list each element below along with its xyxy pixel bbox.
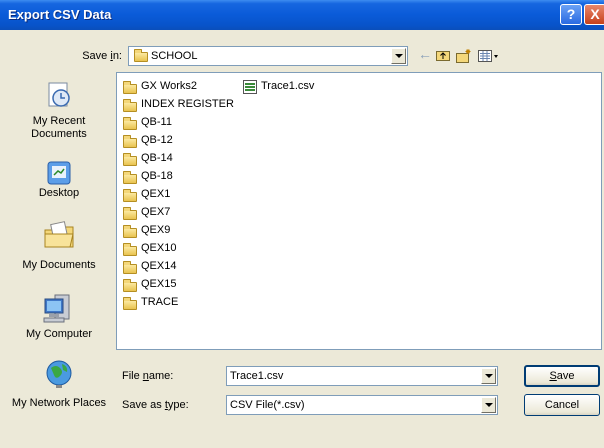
save-in-value: SCHOOL bbox=[151, 50, 198, 62]
chevron-down-icon[interactable] bbox=[391, 48, 406, 64]
place-label: Desktop bbox=[38, 187, 80, 199]
back-arrow-icon[interactable]: ← bbox=[418, 46, 432, 62]
folder-icon bbox=[123, 81, 137, 94]
place-my-computer[interactable] bbox=[6, 293, 112, 327]
file-name-input[interactable]: Trace1.csv bbox=[230, 370, 283, 382]
new-folder-icon[interactable] bbox=[456, 48, 472, 64]
folder-icon bbox=[123, 297, 137, 310]
network-places-icon bbox=[46, 360, 72, 388]
folder-icon bbox=[123, 243, 137, 256]
my-documents-icon bbox=[44, 221, 74, 248]
folder-icon bbox=[123, 153, 137, 166]
save-in-dropdown[interactable]: SCHOOL bbox=[128, 46, 408, 66]
recent-documents-icon bbox=[48, 82, 70, 107]
view-menu-icon[interactable] bbox=[478, 48, 502, 64]
place-network-places[interactable] bbox=[6, 358, 112, 392]
place-desktop[interactable] bbox=[6, 160, 112, 190]
save-as-type-dropdown[interactable]: CSV File(*.csv) bbox=[226, 395, 498, 415]
close-icon: X bbox=[590, 6, 600, 22]
folder-icon bbox=[123, 225, 137, 238]
chevron-down-icon[interactable] bbox=[481, 368, 496, 384]
place-my-documents[interactable] bbox=[6, 220, 112, 252]
place-label: My Network Places bbox=[11, 397, 107, 409]
file-list[interactable]: GX Works2 INDEX REGISTER QB-11 QB-12 QB-… bbox=[116, 72, 602, 350]
place-label: My Computer bbox=[25, 328, 93, 340]
folder-icon bbox=[123, 171, 137, 184]
place-label: My Recent Documents bbox=[31, 115, 87, 140]
cancel-button[interactable]: Cancel bbox=[524, 394, 600, 416]
save-as-type-label: Save as type: bbox=[122, 399, 189, 411]
folder-icon bbox=[123, 207, 137, 220]
file-name-combobox[interactable]: Trace1.csv bbox=[226, 366, 498, 386]
save-button[interactable]: Save bbox=[524, 365, 600, 387]
save-in-label: Save in: bbox=[82, 50, 122, 62]
my-computer-icon bbox=[43, 294, 70, 323]
desktop-icon bbox=[47, 161, 71, 185]
csv-file-icon bbox=[243, 80, 257, 94]
chevron-down-icon[interactable] bbox=[481, 397, 496, 413]
title-bar[interactable]: Export CSV Data ? X bbox=[0, 0, 604, 30]
folder-icon bbox=[123, 117, 137, 130]
folder-icon bbox=[123, 279, 137, 292]
place-recent-documents[interactable] bbox=[6, 80, 112, 116]
folder-icon bbox=[134, 49, 148, 62]
file-name-label: File name: bbox=[122, 370, 174, 382]
help-button[interactable]: ? bbox=[560, 4, 582, 25]
folder-icon bbox=[123, 261, 137, 274]
save-as-type-value: CSV File(*.csv) bbox=[230, 399, 305, 411]
help-icon: ? bbox=[566, 6, 576, 22]
folder-icon bbox=[123, 189, 137, 202]
folder-icon bbox=[123, 99, 137, 112]
close-button[interactable]: X bbox=[584, 4, 604, 25]
place-label: My Documents bbox=[22, 259, 96, 271]
folder-icon bbox=[123, 135, 137, 148]
up-one-level-icon[interactable] bbox=[436, 48, 450, 64]
dialog-title: Export CSV Data bbox=[8, 7, 112, 22]
export-csv-dialog: Export CSV Data ? X Save in: SCHOOL ← My… bbox=[0, 0, 604, 448]
